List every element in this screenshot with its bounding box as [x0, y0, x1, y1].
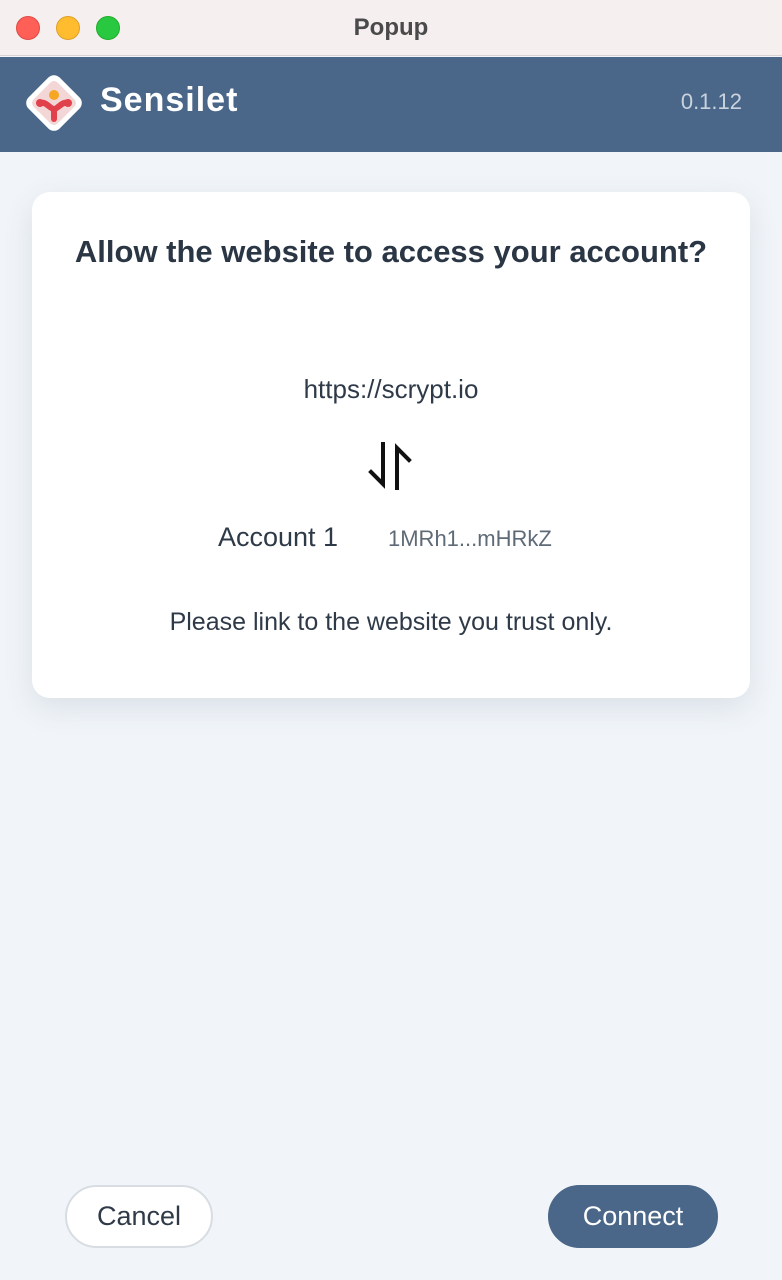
account-address: 1MRh1...mHRkZ	[388, 526, 552, 551]
site-url: https://scrypt.io	[303, 374, 479, 404]
account-name: Account 1	[218, 522, 339, 552]
version-label: 0.1.12	[680, 89, 742, 114]
brand-name: Sensilet	[100, 81, 239, 119]
sensilet-logo-icon	[26, 75, 82, 131]
trust-warning: Please link to the website you trust onl…	[169, 608, 613, 636]
window-titlebar: Popup	[0, 0, 782, 56]
swap-vertical-icon	[368, 442, 412, 490]
connect-request-card: Allow the website to access your account…	[32, 192, 750, 698]
connect-button[interactable]: Connect	[548, 1185, 718, 1248]
cancel-button[interactable]: Cancel	[65, 1185, 213, 1248]
app-header: Sensilet 0.1.12	[0, 57, 782, 152]
dialog-title: Allow the website to access your account…	[74, 234, 708, 269]
window-title: Popup	[353, 14, 429, 41]
